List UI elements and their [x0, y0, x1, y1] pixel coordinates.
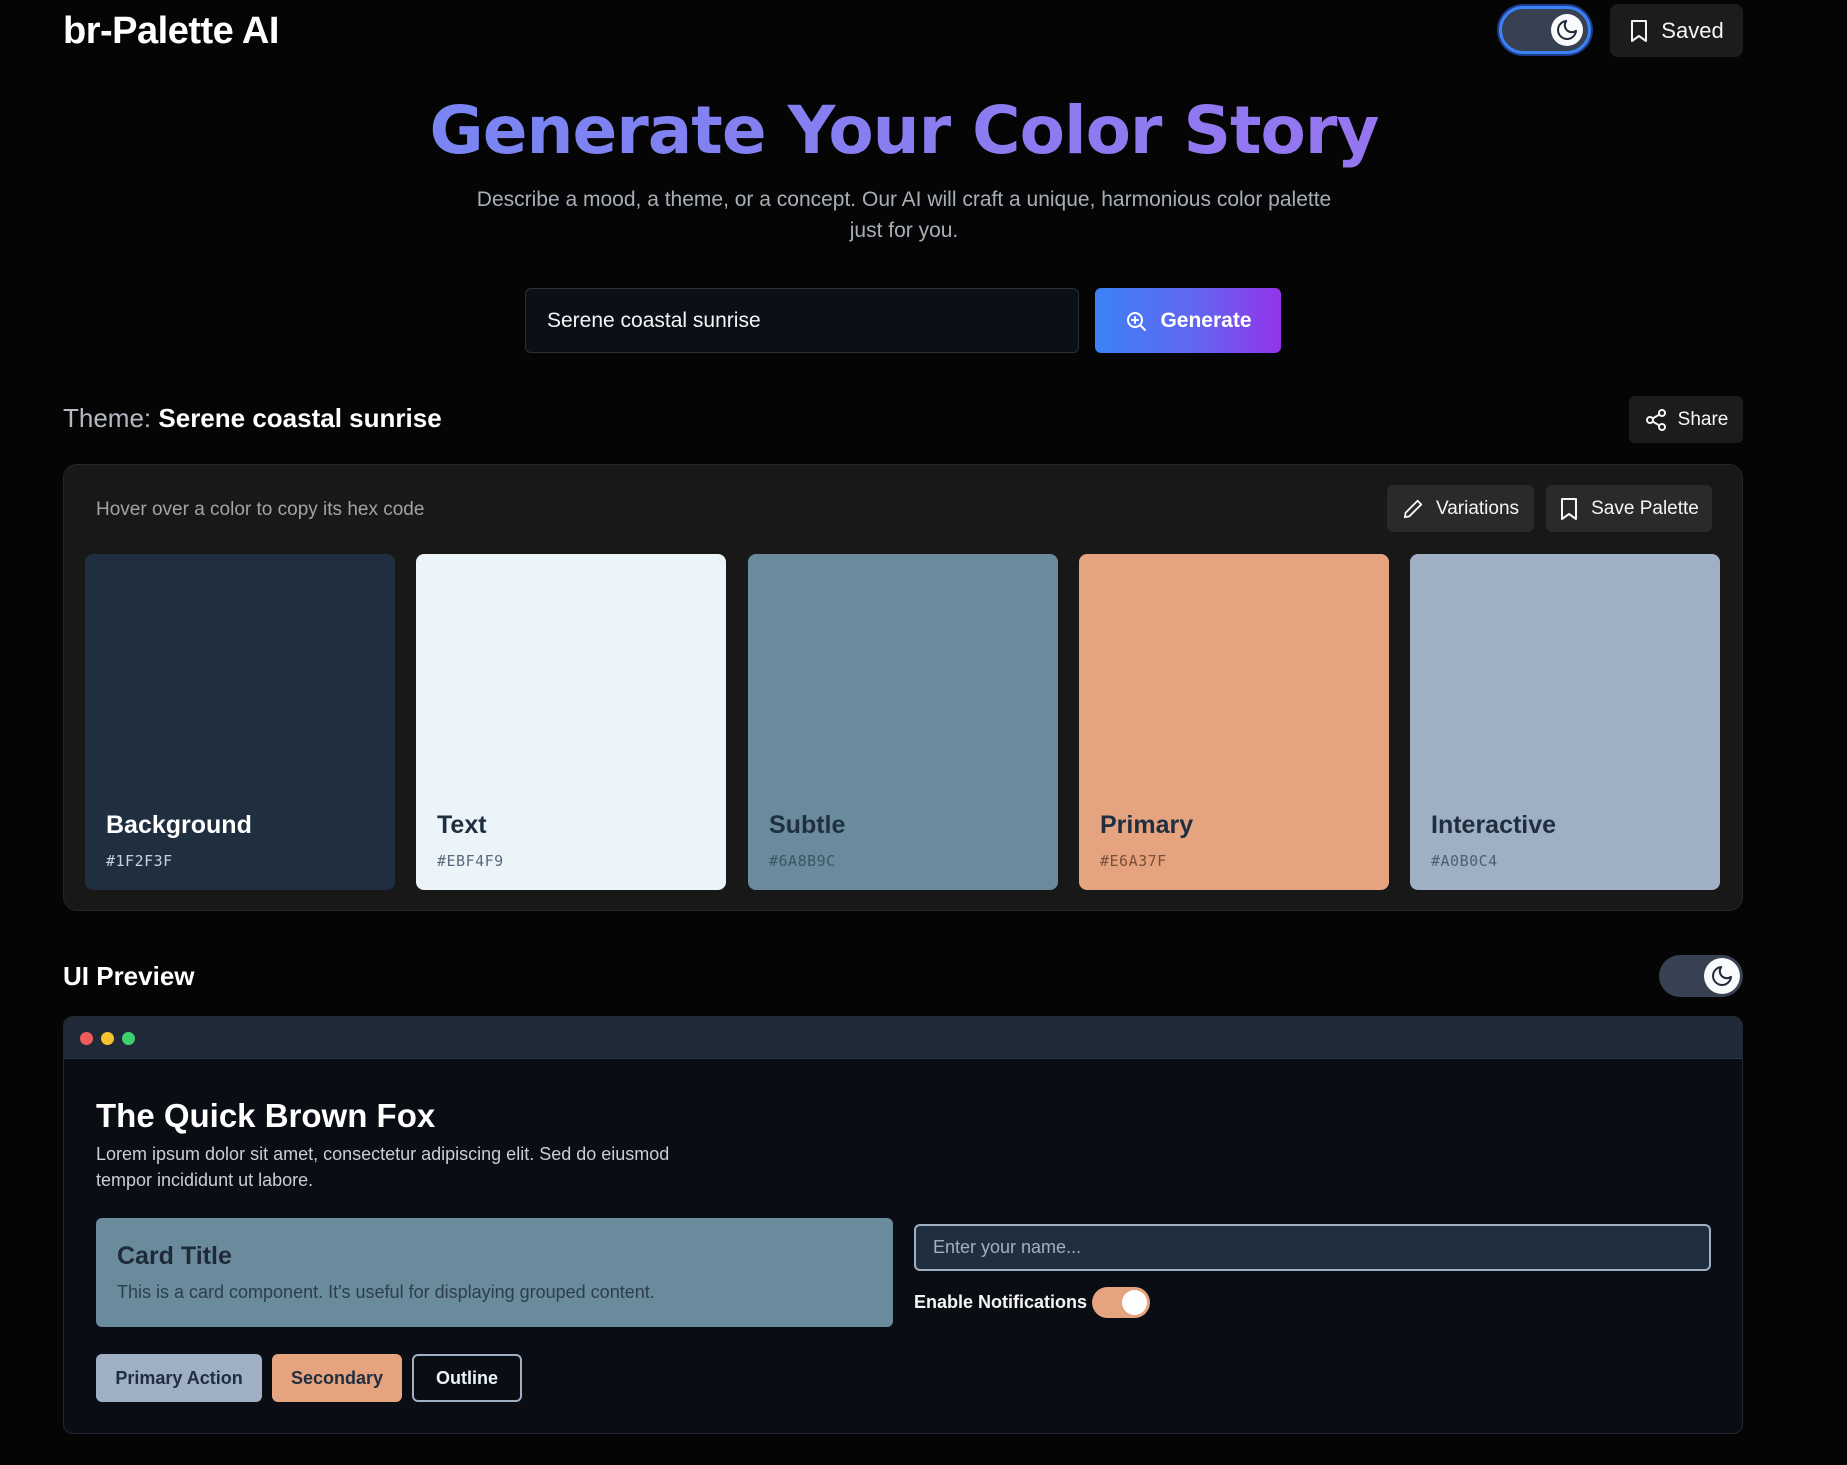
swatch-subtle[interactable]: Subtle #6A8B9C	[748, 554, 1058, 890]
swatch-text[interactable]: Text #EBF4F9	[416, 554, 726, 890]
moon-icon	[1555, 18, 1579, 42]
preview-body: Lorem ipsum dolor sit amet, consectetur …	[96, 1144, 670, 1190]
swatch-interactive[interactable]: Interactive #A0B0C4	[1410, 554, 1720, 890]
variations-button[interactable]: Variations	[1387, 485, 1534, 532]
minimize-dot	[101, 1032, 114, 1045]
card-text: This is a card component. It's useful fo…	[117, 1282, 655, 1302]
palette-panel: Hover over a color to copy its hex code …	[63, 464, 1743, 911]
saved-button[interactable]: Saved	[1610, 4, 1743, 57]
swatch-name: Text	[437, 811, 487, 839]
theme-prefix: Theme:	[63, 403, 152, 433]
preview-heading: UI Preview	[63, 961, 195, 991]
primary-action-button[interactable]: Primary Action	[96, 1354, 262, 1402]
theme-line: Theme: Serene coastal sunrise	[63, 403, 442, 434]
notifications-toggle[interactable]	[1092, 1287, 1150, 1318]
hero-title: Generate Your Color Story	[0, 92, 1808, 169]
prompt-input[interactable]	[525, 288, 1079, 353]
saved-label: Saved	[1661, 17, 1724, 43]
notifications-label: Enable Notifications	[914, 1292, 1088, 1312]
maximize-dot	[122, 1032, 135, 1045]
sparkle-search-icon	[1124, 309, 1148, 333]
window-title-bar	[64, 1017, 1742, 1059]
secondary-button[interactable]: Secondary	[272, 1354, 402, 1402]
theme-name: Serene coastal sunrise	[158, 403, 442, 433]
generate-button[interactable]: Generate	[1095, 288, 1281, 353]
theme-toggle[interactable]	[1499, 6, 1591, 54]
toggle-knob	[1122, 1290, 1147, 1315]
preview-theme-toggle[interactable]	[1659, 955, 1743, 997]
swatch-name: Primary	[1100, 811, 1194, 839]
swatch-name: Background	[106, 811, 252, 839]
swatch-name: Interactive	[1431, 811, 1557, 839]
bookmark-icon	[1559, 497, 1579, 521]
swatch-hex: #EBF4F9	[437, 852, 504, 870]
pencil-icon	[1402, 498, 1424, 520]
close-dot	[80, 1032, 93, 1045]
variations-label: Variations	[1435, 497, 1520, 519]
share-icon	[1644, 408, 1668, 432]
swatch-background[interactable]: Background #1F2F3F	[85, 554, 395, 890]
swatch-hex: #E6A37F	[1100, 852, 1167, 870]
toggle-knob	[1704, 958, 1740, 994]
bookmark-icon	[1629, 19, 1649, 43]
card-title: Card Title	[117, 1242, 232, 1270]
save-palette-label: Save Palette	[1591, 497, 1699, 519]
preview-window: The Quick Brown Fox Lorem ipsum dolor si…	[63, 1016, 1743, 1434]
preview-card: Card Title This is a card component. It'…	[96, 1218, 893, 1327]
swatch-primary[interactable]: Primary #E6A37F	[1079, 554, 1389, 890]
hero-subtitle: Describe a mood, a theme, or a concept. …	[476, 188, 1332, 242]
swatch-name: Subtle	[769, 811, 846, 839]
share-button[interactable]: Share	[1629, 396, 1743, 443]
generate-label: Generate	[1160, 308, 1252, 332]
app-title: br-Palette AI	[63, 10, 279, 52]
preview-title: The Quick Brown Fox	[96, 1097, 436, 1134]
swatch-hex: #A0B0C4	[1431, 852, 1498, 870]
hover-hint: Hover over a color to copy its hex code	[96, 499, 425, 520]
swatch-hex: #6A8B9C	[769, 852, 836, 870]
outline-button[interactable]: Outline	[412, 1354, 522, 1402]
toggle-knob	[1551, 14, 1583, 46]
save-palette-button[interactable]: Save Palette	[1546, 485, 1712, 532]
name-input[interactable]	[914, 1224, 1711, 1271]
share-label: Share	[1677, 408, 1729, 430]
swatch-hex: #1F2F3F	[106, 852, 173, 870]
moon-icon	[1710, 964, 1734, 988]
